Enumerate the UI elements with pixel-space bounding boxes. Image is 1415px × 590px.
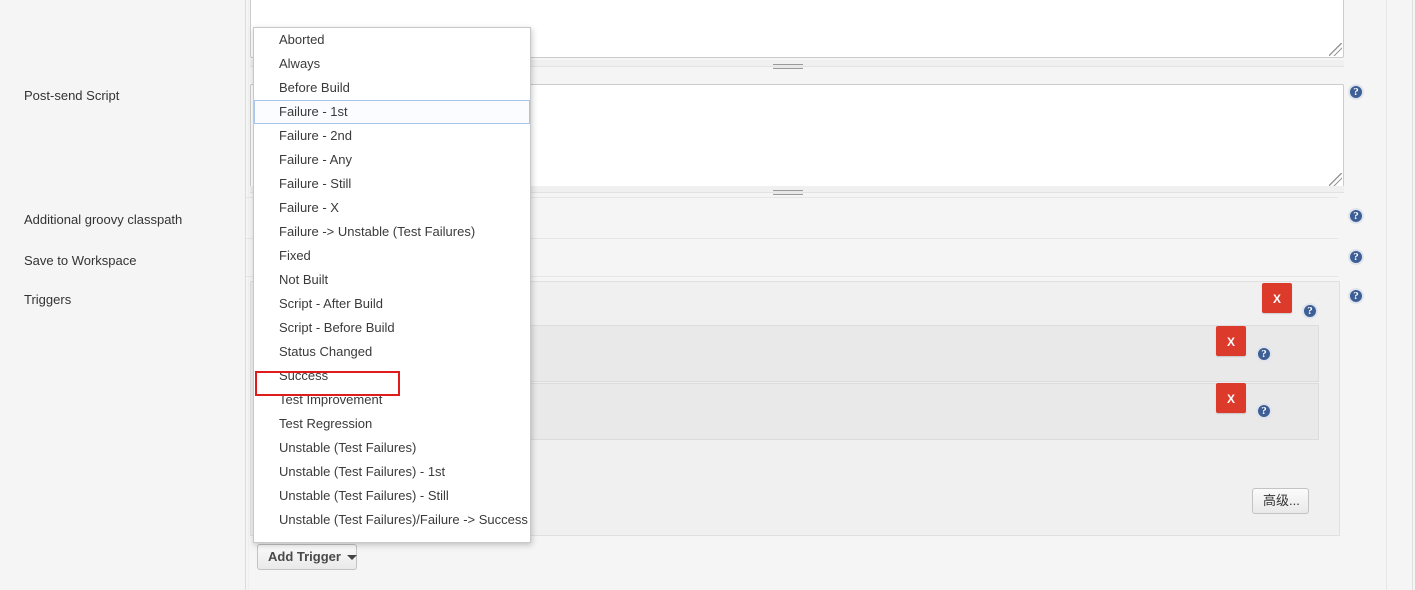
label-additional-groovy-classpath: Additional groovy classpath [24,212,183,227]
trigger-option-5[interactable]: Failure - Any [254,148,530,172]
trigger-option-14[interactable]: Success [254,364,530,388]
label-save-to-workspace: Save to Workspace [24,253,137,268]
advanced-button[interactable]: 高级... [1252,488,1309,514]
label-post-send-script: Post-send Script [24,88,120,103]
trigger-option-7[interactable]: Failure - X [254,196,530,220]
label-triggers: Triggers [24,292,72,307]
trigger-option-16[interactable]: Test Regression [254,412,530,436]
right-divider-1 [1386,0,1387,590]
trigger-option-0[interactable]: Aborted [254,28,530,52]
trigger-option-2[interactable]: Before Build [254,76,530,100]
trigger-option-10[interactable]: Not Built [254,268,530,292]
trigger-option-4[interactable]: Failure - 2nd [254,124,530,148]
trigger-option-17[interactable]: Unstable (Test Failures) [254,436,530,460]
delete-trigger-button-0[interactable]: X [1262,283,1292,313]
right-divider-2 [1412,0,1413,590]
trigger-option-8[interactable]: Failure -> Unstable (Test Failures) [254,220,530,244]
resize-handle-icon[interactable] [1329,173,1342,186]
trigger-option-6[interactable]: Failure - Still [254,172,530,196]
help-icon-triggers[interactable]: ? [1348,288,1364,304]
chevron-down-icon [346,555,357,561]
post-send-script-drag-handle[interactable] [773,190,803,195]
resize-handle-icon[interactable] [1329,43,1342,56]
trigger-option-9[interactable]: Fixed [254,244,530,268]
trigger-type-listbox[interactable]: Aborted Always Before Build Failure - 1st Fa… [253,27,531,543]
pre-send-script-drag-handle[interactable] [773,64,803,69]
trigger-option-3[interactable]: Failure - 1st [254,100,530,124]
help-icon-trigger-2[interactable]: ? [1256,403,1272,419]
help-icon-save-to-workspace[interactable]: ? [1348,249,1364,265]
help-icon-trigger-1[interactable]: ? [1256,346,1272,362]
trigger-option-19[interactable]: Unstable (Test Failures) - Still [254,484,530,508]
trigger-option-12[interactable]: Script - Before Build [254,316,530,340]
trigger-option-1[interactable]: Always [254,52,530,76]
add-trigger-button[interactable]: Add Trigger [257,544,357,570]
trigger-option-18[interactable]: Unstable (Test Failures) - 1st [254,460,530,484]
add-trigger-label: Add Trigger [268,549,341,564]
jenkins-config-page: Post-send Script Additional groovy class… [0,0,1415,590]
trigger-option-11[interactable]: Script - After Build [254,292,530,316]
trigger-option-13[interactable]: Status Changed [254,340,530,364]
delete-trigger-button-1[interactable]: X [1216,326,1246,356]
form-label-column: Post-send Script Additional groovy class… [0,0,245,590]
trigger-option-15[interactable]: Test Improvement [254,388,530,412]
help-icon-post-send-script[interactable]: ? [1348,84,1364,100]
help-icon-trigger-0[interactable]: ? [1302,303,1318,319]
trigger-option-20[interactable]: Unstable (Test Failures)/Failure -> Succ… [254,508,530,532]
delete-trigger-button-2[interactable]: X [1216,383,1246,413]
help-icon-additional-groovy-classpath[interactable]: ? [1348,208,1364,224]
